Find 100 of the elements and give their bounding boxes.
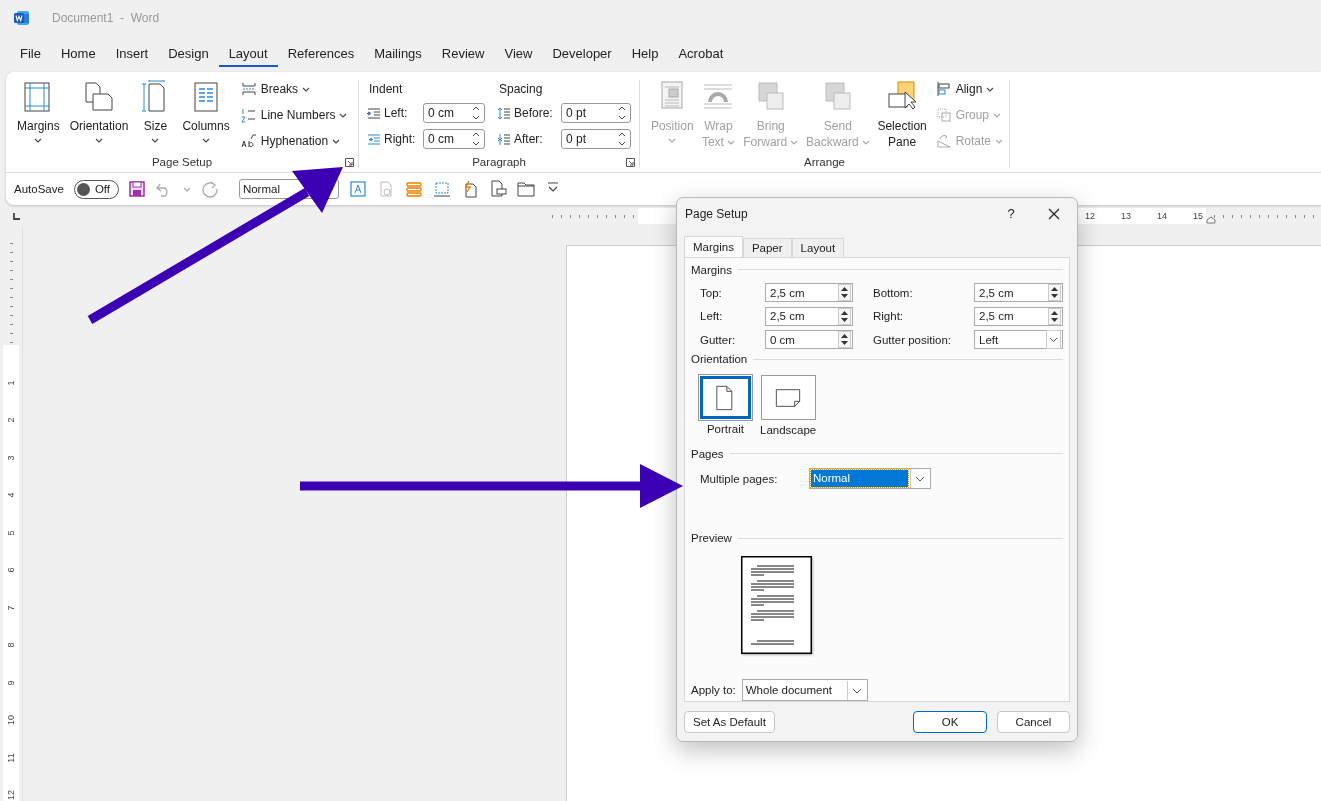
indent-icon [367,106,381,120]
caret-icon [202,138,211,143]
close-icon[interactable] [1048,207,1060,220]
spacing-heading: Spacing [498,82,544,98]
dialog-tab[interactable]: Margins [684,236,743,257]
set-default-button[interactable]: Set As Default [684,711,775,733]
group-label: Page Setup [151,156,213,168]
dropdown-field[interactable]: Normal [809,468,931,490]
menu-tab[interactable]: Acrobat [668,41,734,67]
section-heading: Pages [691,447,724,460]
dialog-launcher-icon[interactable] [626,158,635,167]
menu-tab[interactable]: View [494,41,543,67]
ruler-number: 14 [1156,211,1168,221]
ruler-number: 5 [5,530,17,535]
orientation-button[interactable]: Orientation [66,78,132,152]
lines-icon[interactable] [404,180,423,198]
menu-tab[interactable]: Design [158,41,219,67]
ok-button[interactable]: OK [913,711,987,733]
dialog-tab[interactable]: Layout [791,238,845,257]
spin-field[interactable]: 2,5 cm [765,306,853,326]
indent-marker-icon[interactable] [1206,216,1216,224]
spin-arrows-icon [838,307,851,325]
print-document-icon[interactable] [488,180,507,198]
spin-arrows-icon [472,105,480,121]
dialog-tab[interactable]: Paper [742,238,792,257]
autosave-label: AutoSave [14,183,64,195]
hyphenation-icon [240,133,257,149]
ruler-number: 2 [5,417,17,423]
line-numbers-icon [240,107,257,123]
menu-tab[interactable]: Developer [542,41,622,67]
spin-field[interactable]: 2,5 cm [765,283,853,303]
spin-arrows-icon [618,131,626,147]
group-label: Arrange [804,156,845,168]
field-label: After: [514,132,544,146]
ruler-number: 9 [5,680,17,685]
spin-field[interactable]: 0 pt [561,129,631,149]
dropdown-field[interactable]: Whole document [741,679,868,701]
breaks-icon [240,81,257,97]
selection-pane-button[interactable]: Selection Pane [874,78,930,152]
spin-arrows-icon [1048,284,1061,302]
ruler-number: 7 [5,605,17,610]
columns-button[interactable]: Columns [179,78,233,152]
ruler-number: 15 [1192,211,1204,221]
spin-field[interactable]: 0 cm [423,129,485,149]
folder-icon[interactable] [516,180,535,198]
section-heading: Orientation [691,353,748,366]
align-icon [935,81,952,97]
menu-tab[interactable]: Mailings [364,41,432,67]
spin-field[interactable]: 0 cm [765,330,853,350]
spin-field[interactable]: 2,5 cm [974,283,1063,303]
size-button[interactable]: Size [135,78,176,152]
menu-tab[interactable]: Insert [105,41,159,67]
dialog-launcher-icon[interactable] [345,158,354,167]
dropdown-field[interactable]: Left [974,330,1063,350]
caret-icon [995,138,1003,144]
spin-field[interactable]: 0 pt [561,103,631,123]
field-label: Multiple pages: [700,472,779,485]
field-label: Gutter position: [873,333,952,346]
caret-icon [302,86,311,92]
caret-icon [34,138,43,143]
field-label: Gutter: [700,333,737,346]
caret-icon [790,140,799,146]
align-button[interactable]: Align [935,78,1003,100]
caret-icon [861,140,870,146]
spin-field[interactable]: 0 cm [423,103,485,123]
spin-arrows-icon [618,105,626,121]
ruler-number: 3 [5,455,17,460]
ruler-number: 4 [5,492,17,498]
menu-tab[interactable]: Home [50,41,106,67]
ruler-number: 10 [5,715,17,725]
caret-icon [668,138,677,143]
field-label: Right: [384,132,417,146]
tab-selector-icon[interactable] [13,212,21,220]
cancel-button[interactable]: Cancel [997,711,1070,733]
spin-field[interactable]: 2,5 cm [974,306,1063,326]
menu-tab[interactable]: Review [431,41,495,67]
group-icon [935,107,952,123]
caret-icon [332,138,341,144]
menu-tab[interactable]: File [10,41,51,67]
field-label: Left: [700,310,724,323]
menu-tab[interactable]: Layout [218,41,278,67]
caret-icon [182,186,191,192]
window-title: Document1 - Word [52,11,160,25]
app-logo-icon [14,10,30,26]
help-button[interactable]: ? [1004,206,1018,221]
save-icon[interactable] [128,181,145,197]
line-numbers-button[interactable]: Line Numbers [240,104,348,126]
field-label: Top: [700,286,723,299]
menu-tab[interactable]: References [277,41,365,67]
hyphenation-button[interactable]: Hyphenation [240,130,348,152]
spacing-icon [497,106,511,120]
margins-button[interactable]: Margins [14,78,63,152]
field-label: Left: [384,106,409,120]
menu-tab[interactable]: Help [621,41,669,67]
section-heading: Margins [691,263,732,276]
breaks-button[interactable]: Breaks [240,78,348,100]
caret-icon [339,112,348,118]
spin-arrows-icon [838,284,851,302]
text-box-icon[interactable] [348,180,367,198]
selection-icon[interactable] [432,180,451,198]
